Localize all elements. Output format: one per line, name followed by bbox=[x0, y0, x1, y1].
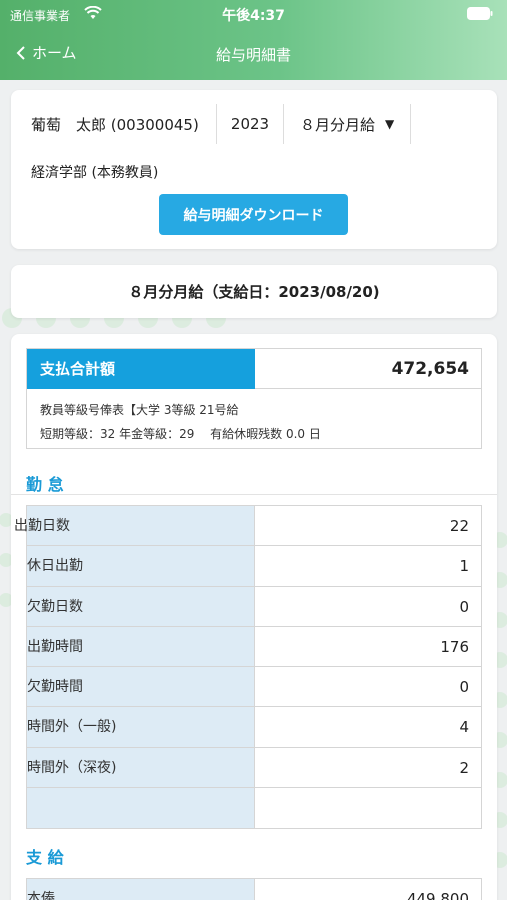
total-summary: 支払合計額 472,654 教員等級号俸表【大学 3等級 21号給 短期等級：3… bbox=[26, 348, 482, 449]
caret-down-icon: ▼ bbox=[385, 117, 395, 131]
row-label: 時間外（一般) bbox=[27, 707, 255, 747]
grade-info: 教員等級号俸表【大学 3等級 21号給 bbox=[40, 403, 239, 417]
row-label: 欠勤時間 bbox=[27, 667, 255, 707]
department-label: 経済学部 (本務教員) bbox=[31, 165, 159, 181]
row-label: 欠勤日数 bbox=[27, 586, 255, 626]
pay-period-title: ８月分月給（支給日：2023/08/20) bbox=[128, 283, 380, 301]
attendance-table: 出勤日数 22 休日出勤 1 欠勤日数 0 出勤時間 176 欠勤時間 0 時間… bbox=[14, 505, 482, 830]
payslip-detail-card: 支払合計額 472,654 教員等級号俸表【大学 3等級 21号給 短期等級：3… bbox=[11, 334, 497, 900]
employee-name: 葡萄 太郎 (00300045) bbox=[31, 115, 199, 134]
total-label: 支払合計額 bbox=[27, 349, 255, 389]
table-row: 欠勤時間 0 bbox=[27, 667, 481, 708]
table-row: 出勤時間 176 bbox=[27, 626, 481, 668]
table-row bbox=[27, 788, 481, 829]
row-label: 時間外（深夜) bbox=[27, 747, 255, 788]
row-label: 出勤日数 bbox=[14, 506, 255, 546]
row-value: 176 bbox=[440, 637, 469, 656]
row-value bbox=[255, 788, 481, 828]
row-label: 休日出勤 bbox=[27, 546, 255, 586]
grade-info-secondary: 短期等級：32 年金等級：29 有給休暇残数 0.0 日 bbox=[40, 427, 321, 441]
row-label bbox=[27, 788, 255, 829]
table-row: 時間外（深夜) 2 bbox=[27, 747, 481, 789]
year-field[interactable]: 2023 bbox=[217, 115, 283, 133]
status-bar: 通信事業者 午後4:37 bbox=[0, 0, 507, 28]
period-select[interactable]: ８月分月給 ▼ bbox=[284, 114, 410, 135]
employee-row: 葡萄 太郎 (00300045) 2023 ８月分月給 ▼ bbox=[11, 104, 497, 144]
status-time: 午後4:37 bbox=[222, 8, 285, 24]
battery-icon bbox=[467, 7, 493, 24]
row-value: 1 bbox=[459, 557, 469, 576]
divider bbox=[410, 104, 411, 144]
row-value: 449,800 bbox=[406, 890, 469, 900]
payment-section-title: 支 給 bbox=[26, 848, 64, 867]
row-value: 22 bbox=[449, 517, 469, 535]
chevron-left-icon bbox=[16, 45, 25, 60]
row-label: 出勤時間 bbox=[27, 626, 255, 667]
row-value: 4 bbox=[459, 718, 469, 737]
row-value: 0 bbox=[459, 597, 469, 616]
attendance-section-title: 勤 怠 bbox=[26, 475, 64, 494]
table-row: 欠勤日数 0 bbox=[27, 586, 481, 627]
table-row: 時間外（一般) 4 bbox=[27, 707, 481, 748]
back-label: ホーム bbox=[32, 44, 77, 62]
table-row: 本俸 449,800 bbox=[27, 879, 481, 900]
app-header: 通信事業者 午後4:37 ホーム 給与明細書 bbox=[0, 0, 507, 80]
employee-card: 葡萄 太郎 (00300045) 2023 ８月分月給 ▼ 経済学部 (本務教員… bbox=[11, 90, 497, 249]
total-value: 472,654 bbox=[255, 349, 481, 389]
section-divider bbox=[11, 494, 497, 495]
row-value: 0 bbox=[459, 678, 469, 697]
period-value: ８月分月給 bbox=[300, 115, 376, 134]
row-value: 2 bbox=[459, 758, 469, 777]
download-payslip-button[interactable]: 給与明細ダウンロード bbox=[159, 194, 348, 235]
payment-table: 本俸 449,800 bbox=[26, 878, 482, 900]
back-button[interactable]: ホーム bbox=[16, 42, 77, 63]
pay-period-card: ８月分月給（支給日：2023/08/20) bbox=[11, 265, 497, 318]
table-row: 休日出勤 1 bbox=[27, 546, 481, 587]
row-label: 本俸 bbox=[27, 879, 255, 900]
table-row: 出勤日数 22 bbox=[14, 506, 481, 547]
